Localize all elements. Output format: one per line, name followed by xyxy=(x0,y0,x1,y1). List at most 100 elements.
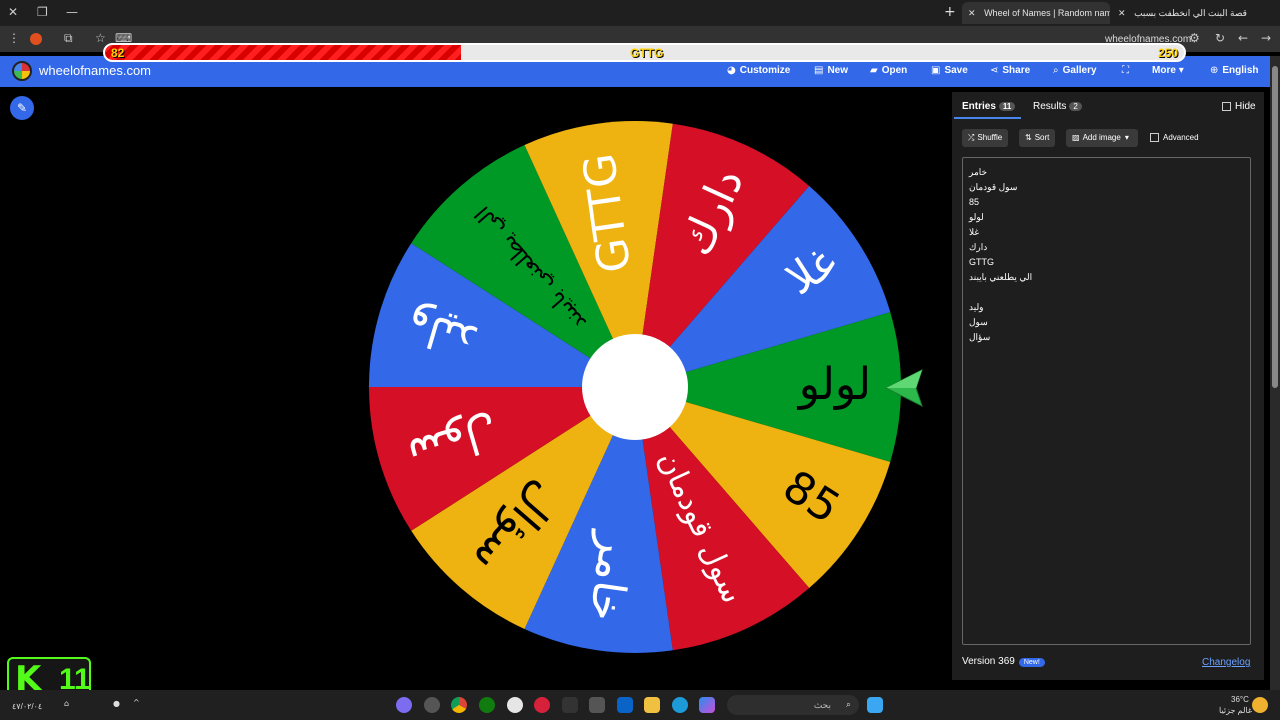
search-icon: ⌕ xyxy=(1053,65,1059,76)
sort-button[interactable]: ⇅ Sort xyxy=(1019,129,1056,147)
xbox-icon[interactable] xyxy=(479,697,495,713)
file-explorer-icon[interactable] xyxy=(644,697,660,713)
palette-icon: ◕ xyxy=(727,65,736,76)
tab-results[interactable]: Results 2 xyxy=(1033,101,1082,112)
chevron-up-icon[interactable]: ^ xyxy=(133,698,140,707)
app-icon[interactable] xyxy=(562,697,578,713)
search-icon: ⌕ xyxy=(845,700,851,710)
save-icon: ▣ xyxy=(931,65,941,76)
more-button[interactable]: More ▾ xyxy=(1152,65,1188,76)
fullscreen-icon: ⛶ xyxy=(1122,65,1129,76)
folder-icon: ▰ xyxy=(870,65,878,76)
chrome-icon[interactable] xyxy=(451,697,467,713)
back-icon[interactable]: ← xyxy=(1238,31,1248,45)
tab-entries[interactable]: Entries 11 xyxy=(962,101,1016,112)
discord-icon[interactable] xyxy=(396,697,412,713)
customize-button[interactable]: ◕ Customize xyxy=(727,65,790,76)
score-bar: 82 GTTG 250 xyxy=(103,43,1186,62)
entry-line xyxy=(969,285,1244,300)
entries-count-badge: 11 xyxy=(998,102,1016,111)
outlook-icon[interactable] xyxy=(617,697,633,713)
results-count-badge: 2 xyxy=(1069,102,1082,111)
new-file-icon: ▤ xyxy=(814,65,824,76)
new-tab-icon[interactable]: + xyxy=(944,4,956,20)
advanced-toggle[interactable]: Advanced xyxy=(1150,133,1199,143)
shuffle-icon: ⤮ xyxy=(968,133,975,142)
shuffle-button[interactable]: ⤮ Shuffle xyxy=(962,129,1009,147)
site-settings-icon[interactable]: ⚙ xyxy=(1189,31,1200,45)
forward-icon[interactable]: → xyxy=(1261,31,1271,45)
entry-line: الي يطلعني بايبند xyxy=(969,272,1033,282)
wheel-center-hub[interactable] xyxy=(582,334,688,440)
windows-start-icon[interactable] xyxy=(867,697,883,713)
close-tab-icon[interactable]: ✕ xyxy=(1118,9,1126,19)
entry-line: لولو xyxy=(969,212,984,222)
spin-wheel[interactable]: لولو85سول قودمانخامرسؤالسولوليدالي يطلعن… xyxy=(360,112,910,662)
add-image-button[interactable]: ▨ Add image ▾ xyxy=(1066,129,1138,147)
gallery-button[interactable]: ⌕ Gallery xyxy=(1053,65,1097,76)
menu-dots-icon[interactable]: ⋮ xyxy=(8,31,20,45)
edit-pencil-icon[interactable]: ✎ xyxy=(10,96,34,120)
version-label: Version 369 New! xyxy=(962,656,1045,667)
language-button[interactable]: ⊕ English xyxy=(1210,65,1259,76)
chevron-down-icon: ▾ xyxy=(1124,133,1129,142)
taskbar-search[interactable]: بحث ⌕ xyxy=(727,695,859,715)
advanced-checkbox[interactable] xyxy=(1150,133,1159,143)
app-icon[interactable] xyxy=(534,697,550,713)
fullscreen-button[interactable]: ⛶ xyxy=(1122,65,1133,76)
microphone-icon[interactable]: ● xyxy=(113,699,120,708)
hide-checkbox[interactable] xyxy=(1222,101,1231,111)
entry-line: وليد xyxy=(969,302,984,312)
wheel-logo-icon[interactable] xyxy=(12,61,32,81)
save-button[interactable]: ▣ Save xyxy=(931,65,968,76)
changelog-link[interactable]: Changelog xyxy=(1202,657,1250,668)
tab-title: Wheel of Names | Random nam xyxy=(984,8,1110,18)
image-icon: ▨ xyxy=(1072,133,1080,142)
app-icon[interactable] xyxy=(589,697,605,713)
sidebar-tabs: Entries 11 Results 2 Hide xyxy=(952,92,1264,120)
active-tab-indicator xyxy=(954,117,1021,119)
bookmark-star-icon[interactable]: ☆ xyxy=(95,31,106,45)
entry-line: سول قودمان xyxy=(969,182,1018,192)
share-button[interactable]: ⋖ Share xyxy=(990,65,1030,76)
edge-icon[interactable] xyxy=(672,697,688,713)
tab-title: قصة البنت الي انخطفت بسبب xyxy=(1134,8,1247,18)
network-icon[interactable]: ⌂ xyxy=(64,699,69,708)
entry-line: GTTG xyxy=(969,257,994,267)
copilot-icon[interactable] xyxy=(699,697,715,713)
score-left: 82 xyxy=(111,46,125,60)
minimize-window-icon[interactable]: — xyxy=(66,5,78,19)
page-scrollbar[interactable] xyxy=(1270,56,1280,690)
entry-line: سؤال xyxy=(969,332,991,342)
scrollbar-thumb[interactable] xyxy=(1272,66,1278,388)
new-badge: New! xyxy=(1018,658,1045,667)
entry-line: غلا xyxy=(969,227,980,237)
close-window-icon[interactable]: ✕ xyxy=(8,5,18,19)
extensions-puzzle-icon[interactable]: ⧉ xyxy=(64,31,73,46)
reload-icon[interactable]: ↻ xyxy=(1215,31,1225,45)
restore-window-icon[interactable]: ❐ xyxy=(37,5,48,19)
tab-youtube[interactable]: ✕ قصة البنت الي انخطفت بسبب xyxy=(1112,2,1252,24)
entries-sidebar: Entries 11 Results 2 Hide ⤮ Shuffle ⇅ Sort ▨… xyxy=(952,92,1264,680)
weather-temp[interactable]: 36°C xyxy=(1231,695,1249,704)
brand-name[interactable]: wheelofnames.com xyxy=(39,63,151,78)
hide-toggle[interactable]: Hide xyxy=(1222,101,1256,112)
browser-tab-bar: ✕ ❐ — + ✕ Wheel of Names | Random nam ✕ … xyxy=(0,0,1280,26)
weather-sun-icon[interactable] xyxy=(1252,697,1268,713)
open-button[interactable]: ▰ Open xyxy=(870,65,907,76)
close-tab-icon[interactable]: ✕ xyxy=(968,9,976,19)
entry-line: دارك xyxy=(969,242,988,252)
extension-icon[interactable] xyxy=(30,33,42,45)
entry-line: خامر xyxy=(969,167,988,177)
entries-textarea[interactable]: خامر سول قودمان 85 لولو غلا دارك GTTG ال… xyxy=(962,157,1251,645)
weather-desc: غالم جزئيا xyxy=(1219,706,1253,715)
entry-line: 85 xyxy=(969,197,980,207)
app-icon[interactable] xyxy=(507,697,523,713)
score-right: 250 xyxy=(1157,46,1178,60)
app-icon[interactable] xyxy=(424,697,440,713)
wheel-pointer-icon xyxy=(884,369,923,407)
score-title: GTTG xyxy=(630,46,664,60)
tab-wheel-of-names[interactable]: ✕ Wheel of Names | Random nam xyxy=(962,2,1110,24)
globe-icon: ⊕ xyxy=(1210,65,1219,76)
new-button[interactable]: ▤ New xyxy=(814,65,848,76)
